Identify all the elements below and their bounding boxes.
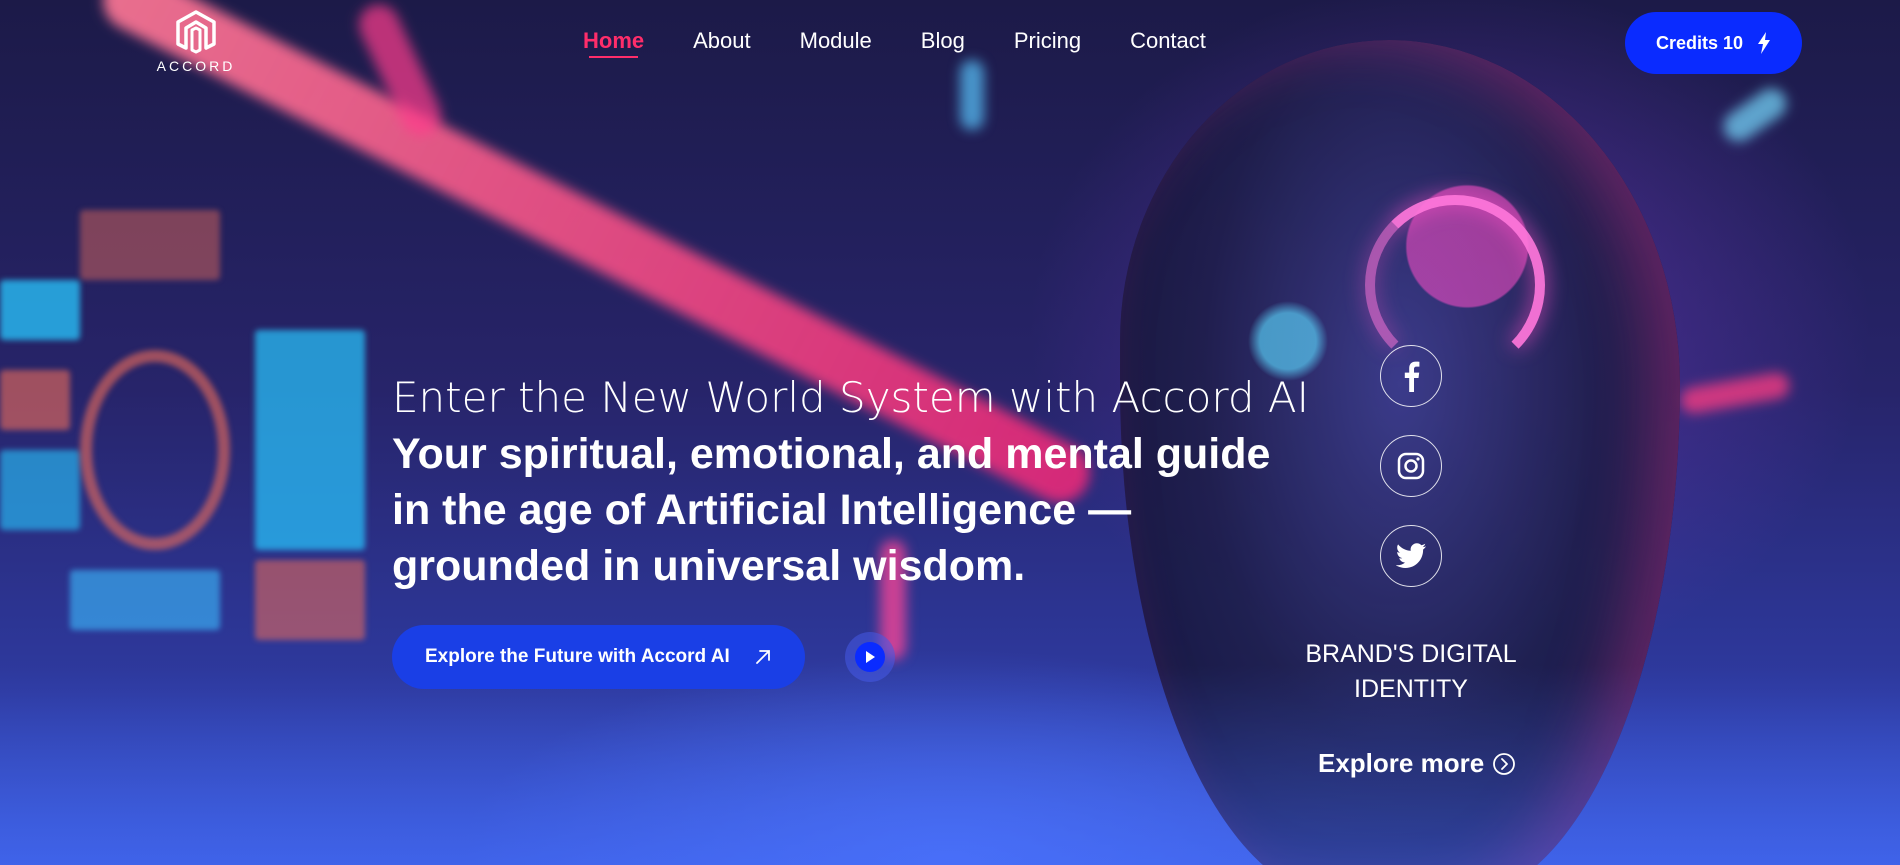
credits-button[interactable]: Credits 10 — [1625, 12, 1802, 74]
background-panel — [0, 370, 70, 430]
main-menu: Home About Module Blog Pricing Contact — [583, 28, 1255, 58]
neon-light — [1717, 82, 1793, 148]
hero-title-line: Your spiritual, emotional, and mental gu… — [392, 430, 1271, 478]
play-icon — [866, 651, 875, 663]
background-panel — [255, 560, 365, 640]
instagram-icon — [1397, 452, 1425, 480]
hero-title: Your spiritual, emotional, and mental gu… — [392, 426, 1292, 594]
hero-subtitle: Enter the New World System with Accord A… — [392, 373, 1309, 422]
facebook-link[interactable] — [1380, 345, 1442, 407]
nav-home[interactable]: Home — [583, 28, 644, 58]
play-video-button[interactable] — [845, 632, 895, 682]
twitter-icon — [1396, 543, 1426, 568]
top-navigation: ACCORD Home About Module Blog Pricing Co… — [0, 0, 1900, 90]
nav-module[interactable]: Module — [800, 28, 872, 54]
lightning-icon — [1758, 32, 1771, 54]
hero-title-line: in the age of Artificial Intelligence — — [392, 486, 1132, 534]
background-panel — [255, 330, 365, 550]
arrow-up-right-icon — [755, 650, 770, 664]
hero-text: Enter the New World System with Accord A… — [392, 372, 1309, 594]
explore-future-label: Explore the Future with Accord AI — [425, 646, 730, 667]
nav-pricing[interactable]: Pricing — [1014, 28, 1081, 54]
neon-light — [1678, 370, 1792, 416]
hero-title-line: grounded in universal wisdom. — [392, 542, 1026, 590]
chevron-right-circle-icon — [1493, 752, 1516, 775]
explore-future-button[interactable]: Explore the Future with Accord AI — [392, 625, 805, 689]
credits-label: Credits 10 — [1655, 32, 1744, 53]
nav-about[interactable]: About — [693, 28, 751, 54]
background-panel — [0, 280, 80, 340]
twitter-link[interactable] — [1380, 525, 1442, 587]
bottom-glow — [0, 665, 1900, 865]
explore-more-link[interactable]: Explore more — [1318, 748, 1516, 779]
explore-more-label: Explore more — [1318, 748, 1485, 778]
hero-actions: Explore the Future with Accord AI — [392, 625, 895, 689]
background-panel — [70, 570, 220, 630]
background-panel — [80, 350, 230, 550]
instagram-link[interactable] — [1380, 435, 1442, 497]
background-panel — [0, 450, 80, 530]
facebook-icon — [1404, 361, 1420, 392]
nav-contact[interactable]: Contact — [1130, 28, 1206, 54]
accord-logo-icon — [176, 10, 216, 54]
brand-identity-label: BRAND'S DIGITAL IDENTITY — [1305, 640, 1517, 703]
nav-blog[interactable]: Blog — [921, 28, 965, 54]
background-panel — [80, 210, 220, 280]
logo-text: ACCORD — [156, 58, 236, 74]
social-links — [1380, 345, 1442, 615]
accord-logo[interactable]: ACCORD — [156, 8, 236, 74]
